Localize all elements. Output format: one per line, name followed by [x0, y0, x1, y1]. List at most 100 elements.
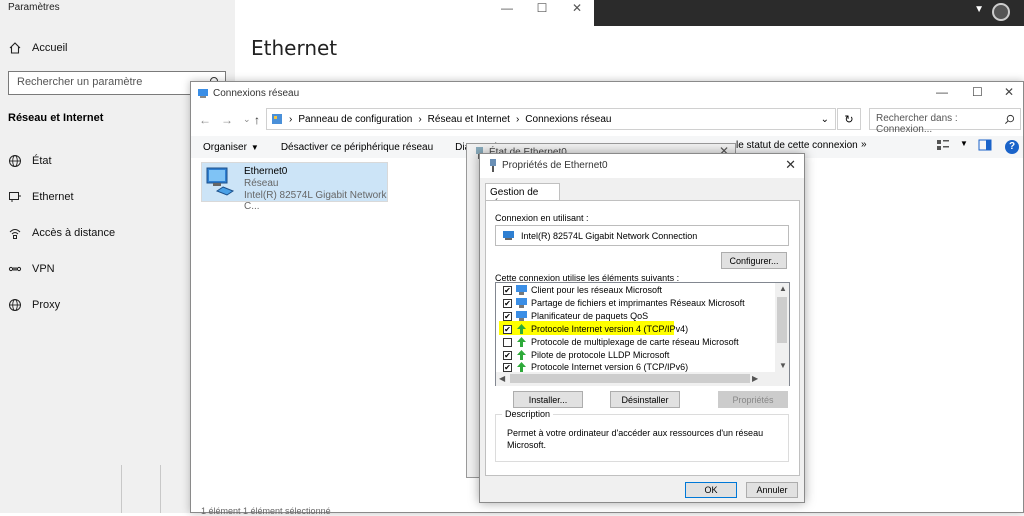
connection-item-ethernet0[interactable]: Ethernet0 Réseau Intel(R) 82574L Gigabit…	[201, 162, 388, 212]
explorer-maximize-button[interactable]: ☐	[972, 85, 983, 99]
maximize-icon: ☐	[536, 1, 548, 15]
preview-pane-icon[interactable]	[978, 139, 992, 151]
minimize-icon: —	[501, 1, 513, 15]
list-item-qos[interactable]: ✔ Planificateur de paquets QoS	[503, 310, 648, 322]
background-app-toolbar: ▼	[594, 0, 1024, 26]
item-label: Partage de fichiers et imprimantes Résea…	[531, 298, 745, 308]
close-icon: ✕	[1004, 85, 1015, 99]
nav-proxy[interactable]: Proxy	[8, 298, 60, 312]
scroll-down-icon[interactable]: ▼	[779, 361, 787, 370]
list-item-client-microsoft[interactable]: ✔ Client pour les réseaux Microsoft	[503, 284, 662, 296]
explorer-search-placeholder: Rechercher dans : Connexion...	[876, 113, 958, 135]
item-properties-button[interactable]: Propriétés	[718, 391, 788, 408]
maximize-icon: ☐	[972, 85, 983, 99]
back-arrow-icon[interactable]: ←	[199, 113, 211, 127]
settings-search-placeholder: Rechercher un paramètre	[17, 76, 143, 88]
nav-vpn[interactable]: VPN	[8, 262, 55, 276]
address-bar[interactable]: › Panneau de configuration › Réseau et I…	[266, 108, 836, 130]
nav-ethernet[interactable]: Ethernet	[8, 190, 74, 204]
dialup-icon	[9, 229, 21, 239]
view-change-icon[interactable]	[936, 139, 950, 151]
help-icon[interactable]: ?	[1005, 140, 1019, 154]
list-item-ipv4[interactable]: ✔ Protocole Internet version 4 (TCP/IPv4…	[503, 323, 688, 335]
close-icon: ✕	[571, 1, 583, 15]
nav-ethernet-label: Ethernet	[32, 191, 74, 203]
up-arrow-icon[interactable]: ↑	[254, 113, 260, 127]
page-title: Ethernet	[251, 36, 338, 60]
nav-home[interactable]: Accueil	[8, 41, 67, 55]
properties-title: Propriétés de Ethernet0	[502, 160, 608, 171]
item-checkbox[interactable]: ✔	[503, 298, 512, 308]
chevron-down-icon[interactable]: ▼	[974, 4, 984, 15]
disable-device-button[interactable]: Désactiver ce périphérique réseau	[281, 142, 433, 153]
item-checkbox[interactable]: ✔	[503, 285, 512, 295]
connection-type: Réseau	[244, 178, 279, 189]
tab-networking[interactable]: Gestion de réseau	[485, 183, 560, 209]
list-item-file-sharing[interactable]: ✔ Partage de fichiers et imprimantes Rés…	[503, 297, 745, 309]
nav-proxy-label: Proxy	[32, 299, 61, 311]
address-row: ← → ⌄ ↑ › Panneau de configuration › Rés…	[191, 108, 1023, 135]
install-button[interactable]: Installer...	[513, 391, 583, 408]
configure-button[interactable]: Configurer...	[721, 252, 787, 269]
control-panel-icon	[272, 114, 282, 124]
list-item-multiplexor[interactable]: Protocole de multiplexage de carte résea…	[503, 336, 739, 348]
ethernet-properties-dialog: Propriétés de Ethernet0 ✕ Gestion de rés…	[479, 153, 805, 503]
more-commands-button[interactable]: »	[861, 139, 867, 150]
item-checkbox[interactable]: ✔	[503, 311, 512, 321]
network-adapter-icon	[503, 231, 514, 240]
vpn-icon	[8, 266, 22, 272]
nav-etat[interactable]: État	[8, 154, 52, 168]
explorer-minimize-button[interactable]: —	[936, 85, 948, 99]
chevron-down-icon[interactable]: ⌄	[821, 114, 829, 125]
nav-home-label: Accueil	[32, 42, 68, 54]
nav-dialup[interactable]: Accès à distance	[8, 226, 115, 240]
breadcrumb-separator-icon: ›	[515, 113, 520, 125]
scroll-up-icon[interactable]: ▲	[779, 284, 787, 293]
scroll-left-icon[interactable]: ◀	[499, 374, 505, 383]
breadcrumb-item[interactable]: Connexions réseau	[525, 114, 611, 125]
globe-icon	[9, 299, 21, 311]
components-list[interactable]: ✔ Client pour les réseaux Microsoft ✔ Pa…	[495, 282, 790, 386]
protocol-icon	[517, 362, 526, 372]
item-label: Protocole Internet version 4 (TCP/IPv4)	[531, 324, 689, 334]
network-service-icon	[516, 298, 527, 308]
section-title: Réseau et Internet	[8, 112, 104, 124]
explorer-search-input[interactable]: Rechercher dans : Connexion...	[869, 108, 1021, 135]
scroll-right-icon[interactable]: ▶	[752, 374, 758, 383]
properties-close-button[interactable]: ✕	[785, 157, 796, 173]
connect-using-label: Connexion en utilisant :	[495, 213, 589, 223]
sync-icon[interactable]	[992, 3, 1010, 21]
view-status-button[interactable]: le statut de cette connexion	[736, 140, 858, 151]
list-item-lldp[interactable]: ✔ Pilote de protocole LLDP Microsoft	[503, 349, 669, 361]
description-legend: Description	[502, 409, 554, 419]
item-checkbox[interactable]: ✔	[503, 362, 512, 372]
cancel-button[interactable]: Annuler	[746, 482, 798, 498]
item-checkbox[interactable]: ✔	[503, 350, 512, 360]
item-checkbox[interactable]: ✔	[503, 324, 512, 334]
chevron-down-icon[interactable]: ▼	[960, 139, 968, 151]
description-text: Permet à votre ordinateur d'accéder aux …	[507, 428, 764, 450]
breadcrumb-item[interactable]: Réseau et Internet	[428, 114, 510, 125]
recent-chevron-icon[interactable]: ⌄	[243, 114, 251, 125]
vertical-scroll-thumb[interactable]	[777, 297, 787, 343]
horizontal-scroll-thumb[interactable]	[510, 374, 750, 383]
forward-arrow-icon[interactable]: →	[221, 113, 233, 127]
home-icon	[9, 42, 21, 54]
ok-button[interactable]: OK	[685, 482, 737, 498]
item-checkbox[interactable]	[503, 337, 512, 347]
minimize-button[interactable]: —	[490, 0, 524, 16]
maximize-button[interactable]: ☐	[525, 0, 559, 16]
view-options: ▼	[936, 139, 992, 151]
search-icon	[1005, 114, 1015, 124]
refresh-button[interactable]: ↻	[837, 108, 861, 130]
organize-menu[interactable]: Organiser	[203, 142, 247, 153]
nav-dialup-label: Accès à distance	[32, 227, 116, 239]
breadcrumb-item[interactable]: Panneau de configuration	[298, 114, 412, 125]
explorer-close-button[interactable]: ✕	[1004, 85, 1014, 99]
connection-name: Ethernet0	[244, 166, 288, 177]
network-adapter-icon	[206, 167, 235, 196]
item-label: Protocole Internet version 6 (TCP/IPv6)	[531, 362, 689, 372]
close-button[interactable]: ✕	[560, 0, 594, 16]
close-icon: ✕	[785, 157, 796, 172]
uninstall-button[interactable]: Désinstaller	[610, 391, 680, 408]
